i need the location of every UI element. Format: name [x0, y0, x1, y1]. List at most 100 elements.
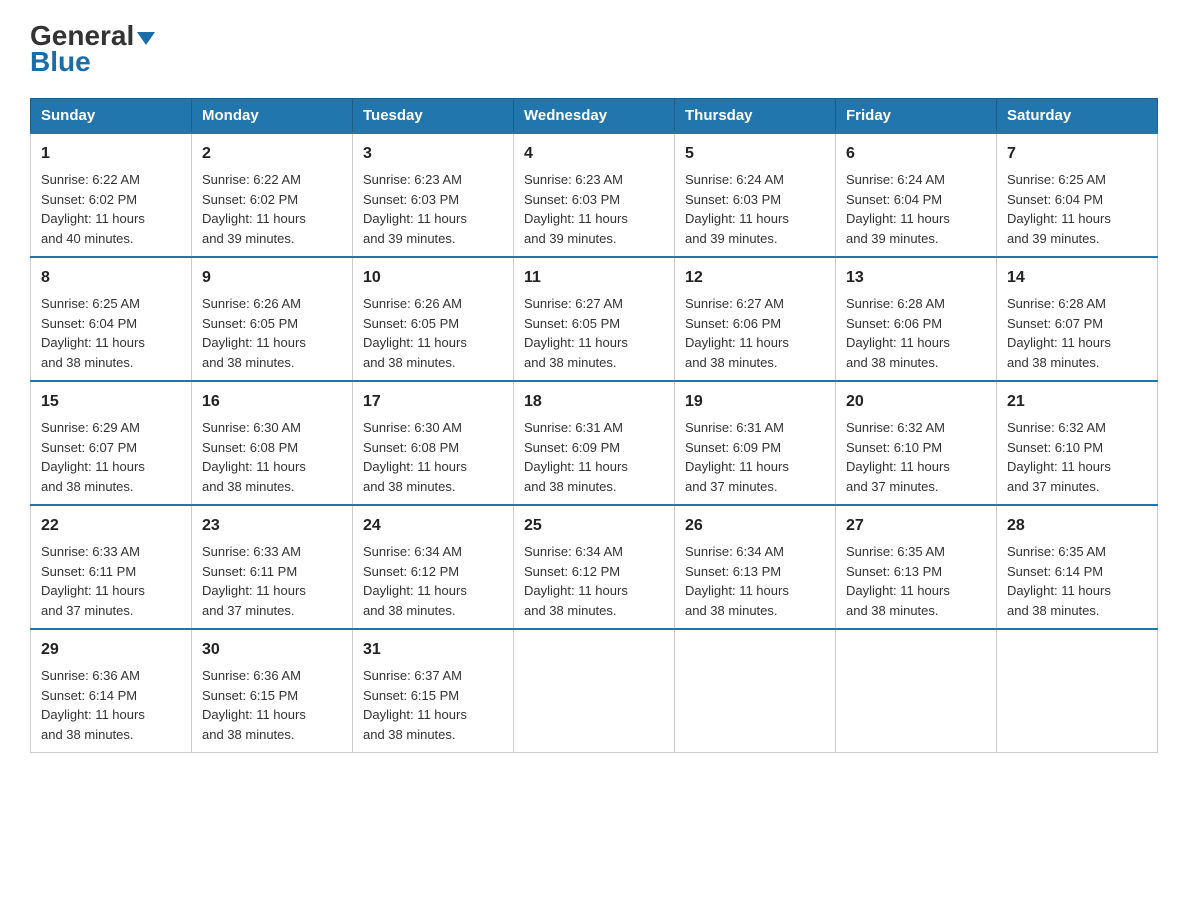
daylight-minutes: and 38 minutes. — [41, 355, 134, 370]
col-header-wednesday: Wednesday — [514, 99, 675, 134]
daylight-minutes: and 38 minutes. — [524, 603, 617, 618]
calendar-cell — [514, 629, 675, 753]
day-number: 12 — [685, 266, 825, 290]
day-number: 21 — [1007, 390, 1147, 414]
sunset-label: Sunset: 6:11 PM — [202, 564, 297, 579]
week-row-5: 29 Sunrise: 6:36 AM Sunset: 6:14 PM Dayl… — [31, 629, 1158, 753]
day-number: 19 — [685, 390, 825, 414]
calendar-cell: 12 Sunrise: 6:27 AM Sunset: 6:06 PM Dayl… — [675, 257, 836, 381]
sunrise-label: Sunrise: 6:28 AM — [846, 296, 945, 311]
day-number: 29 — [41, 638, 181, 662]
sunset-label: Sunset: 6:04 PM — [41, 316, 137, 331]
calendar-cell — [675, 629, 836, 753]
calendar-cell: 6 Sunrise: 6:24 AM Sunset: 6:04 PM Dayli… — [836, 133, 997, 257]
sunrise-label: Sunrise: 6:34 AM — [685, 544, 784, 559]
sunset-label: Sunset: 6:08 PM — [202, 440, 298, 455]
daylight-label: Daylight: 11 hours — [846, 335, 950, 350]
logo: General Blue — [30, 20, 155, 78]
day-number: 4 — [524, 142, 664, 166]
calendar-cell: 13 Sunrise: 6:28 AM Sunset: 6:06 PM Dayl… — [836, 257, 997, 381]
sunset-label: Sunset: 6:15 PM — [202, 688, 298, 703]
calendar-cell: 20 Sunrise: 6:32 AM Sunset: 6:10 PM Dayl… — [836, 381, 997, 505]
day-number: 11 — [524, 266, 664, 290]
sunset-label: Sunset: 6:06 PM — [846, 316, 942, 331]
calendar-cell: 1 Sunrise: 6:22 AM Sunset: 6:02 PM Dayli… — [31, 133, 192, 257]
daylight-label: Daylight: 11 hours — [524, 335, 628, 350]
daylight-minutes: and 38 minutes. — [1007, 355, 1100, 370]
daylight-label: Daylight: 11 hours — [846, 459, 950, 474]
sunrise-label: Sunrise: 6:30 AM — [202, 420, 301, 435]
day-number: 18 — [524, 390, 664, 414]
sunset-label: Sunset: 6:14 PM — [41, 688, 137, 703]
daylight-label: Daylight: 11 hours — [524, 211, 628, 226]
sunrise-label: Sunrise: 6:32 AM — [846, 420, 945, 435]
daylight-minutes: and 38 minutes. — [363, 479, 456, 494]
col-header-monday: Monday — [192, 99, 353, 134]
sunrise-label: Sunrise: 6:24 AM — [685, 172, 784, 187]
day-number: 15 — [41, 390, 181, 414]
calendar-cell: 27 Sunrise: 6:35 AM Sunset: 6:13 PM Dayl… — [836, 505, 997, 629]
col-header-sunday: Sunday — [31, 99, 192, 134]
sunset-label: Sunset: 6:08 PM — [363, 440, 459, 455]
daylight-label: Daylight: 11 hours — [363, 459, 467, 474]
daylight-minutes: and 38 minutes. — [1007, 603, 1100, 618]
calendar-cell: 7 Sunrise: 6:25 AM Sunset: 6:04 PM Dayli… — [997, 133, 1158, 257]
sunset-label: Sunset: 6:09 PM — [524, 440, 620, 455]
sunrise-label: Sunrise: 6:24 AM — [846, 172, 945, 187]
sunrise-label: Sunrise: 6:37 AM — [363, 668, 462, 683]
sunset-label: Sunset: 6:03 PM — [685, 192, 781, 207]
day-number: 30 — [202, 638, 342, 662]
logo-triangle-icon — [137, 32, 155, 45]
calendar-cell: 30 Sunrise: 6:36 AM Sunset: 6:15 PM Dayl… — [192, 629, 353, 753]
daylight-label: Daylight: 11 hours — [685, 459, 789, 474]
sunrise-label: Sunrise: 6:26 AM — [202, 296, 301, 311]
calendar-cell: 11 Sunrise: 6:27 AM Sunset: 6:05 PM Dayl… — [514, 257, 675, 381]
calendar-cell: 10 Sunrise: 6:26 AM Sunset: 6:05 PM Dayl… — [353, 257, 514, 381]
daylight-label: Daylight: 11 hours — [1007, 583, 1111, 598]
sunrise-label: Sunrise: 6:29 AM — [41, 420, 140, 435]
sunset-label: Sunset: 6:07 PM — [41, 440, 137, 455]
daylight-label: Daylight: 11 hours — [41, 211, 145, 226]
calendar-cell: 15 Sunrise: 6:29 AM Sunset: 6:07 PM Dayl… — [31, 381, 192, 505]
calendar-cell — [997, 629, 1158, 753]
calendar-cell: 2 Sunrise: 6:22 AM Sunset: 6:02 PM Dayli… — [192, 133, 353, 257]
daylight-minutes: and 38 minutes. — [363, 603, 456, 618]
sunrise-label: Sunrise: 6:28 AM — [1007, 296, 1106, 311]
sunrise-label: Sunrise: 6:35 AM — [1007, 544, 1106, 559]
sunset-label: Sunset: 6:04 PM — [1007, 192, 1103, 207]
sunset-label: Sunset: 6:06 PM — [685, 316, 781, 331]
daylight-minutes: and 39 minutes. — [1007, 231, 1100, 246]
calendar-cell: 22 Sunrise: 6:33 AM Sunset: 6:11 PM Dayl… — [31, 505, 192, 629]
sunset-label: Sunset: 6:10 PM — [846, 440, 942, 455]
day-number: 13 — [846, 266, 986, 290]
daylight-label: Daylight: 11 hours — [202, 583, 306, 598]
daylight-minutes: and 38 minutes. — [846, 355, 939, 370]
daylight-label: Daylight: 11 hours — [685, 583, 789, 598]
daylight-minutes: and 38 minutes. — [685, 603, 778, 618]
sunrise-label: Sunrise: 6:27 AM — [524, 296, 623, 311]
day-number: 1 — [41, 142, 181, 166]
header-row: SundayMondayTuesdayWednesdayThursdayFrid… — [31, 99, 1158, 134]
sunrise-label: Sunrise: 6:33 AM — [41, 544, 140, 559]
daylight-minutes: and 38 minutes. — [202, 727, 295, 742]
sunset-label: Sunset: 6:05 PM — [363, 316, 459, 331]
calendar-table: SundayMondayTuesdayWednesdayThursdayFrid… — [30, 98, 1158, 753]
week-row-3: 15 Sunrise: 6:29 AM Sunset: 6:07 PM Dayl… — [31, 381, 1158, 505]
col-header-friday: Friday — [836, 99, 997, 134]
day-number: 16 — [202, 390, 342, 414]
day-number: 31 — [363, 638, 503, 662]
calendar-cell: 29 Sunrise: 6:36 AM Sunset: 6:14 PM Dayl… — [31, 629, 192, 753]
daylight-label: Daylight: 11 hours — [41, 335, 145, 350]
calendar-cell: 19 Sunrise: 6:31 AM Sunset: 6:09 PM Dayl… — [675, 381, 836, 505]
day-number: 25 — [524, 514, 664, 538]
daylight-minutes: and 37 minutes. — [202, 603, 295, 618]
sunset-label: Sunset: 6:12 PM — [363, 564, 459, 579]
sunset-label: Sunset: 6:14 PM — [1007, 564, 1103, 579]
daylight-minutes: and 39 minutes. — [363, 231, 456, 246]
daylight-minutes: and 38 minutes. — [524, 355, 617, 370]
daylight-label: Daylight: 11 hours — [524, 459, 628, 474]
day-number: 26 — [685, 514, 825, 538]
sunset-label: Sunset: 6:04 PM — [846, 192, 942, 207]
sunset-label: Sunset: 6:03 PM — [363, 192, 459, 207]
calendar-cell: 4 Sunrise: 6:23 AM Sunset: 6:03 PM Dayli… — [514, 133, 675, 257]
